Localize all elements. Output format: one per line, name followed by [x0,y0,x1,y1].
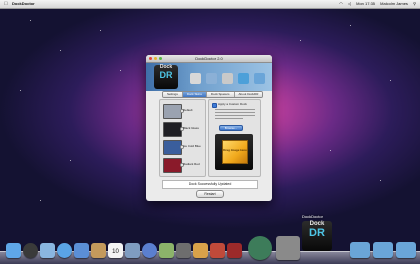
garageband-icon[interactable] [193,243,208,258]
theme-label-default: Default [183,108,193,112]
custom-dock-label: Apply a Custom Dock [218,102,247,106]
drop-target-icon: Drag Image Here [222,140,248,164]
tab-dock-spacers[interactable]: Dock Spacers [206,92,235,97]
spotlight-icon[interactable]: ⚲ [413,1,416,6]
drop-target-text: Drag Image Here [223,148,247,152]
mail-icon[interactable] [40,243,55,258]
custom-dock-checkbox[interactable] [212,103,217,108]
restart-button[interactable]: Restart [196,190,224,198]
menu-bar:  DockDoctor ◠ ◁ Mon 17:35 Malcolm James… [0,0,420,9]
custom-dock-panel: Apply a Custom Dock Browse... Drag Image… [208,99,261,177]
tab-settings[interactable]: Settings [163,92,183,97]
itunes-icon[interactable] [142,243,157,258]
volume-icon[interactable]: ◁ [348,1,351,6]
tab-about[interactable]: About DockDR [234,92,263,97]
user-menu[interactable]: Malcolm James [380,1,408,6]
tab-dock-skins[interactable]: Dock Skins [182,92,207,97]
description-line [215,118,243,119]
downloads-folder-icon[interactable] [396,242,416,258]
dock-tooltip: DockDoctor [302,214,323,219]
spacer-icon [238,73,249,84]
close-button[interactable] [149,57,152,60]
custom-dock-preview[interactable]: Drag Image Here [215,134,253,170]
description-line [215,112,255,113]
applications-folder-icon[interactable] [350,242,370,258]
description-line [215,109,255,110]
finder-icon[interactable] [6,243,21,258]
dock: 10 [0,236,420,264]
system-icon [206,73,217,84]
dockdoctor-logo: Dock DR [154,65,178,89]
theme-list: Default Black Glass Ice Cold Blue Radian… [159,99,206,177]
stethoscope-icon [190,73,201,84]
ichat-icon[interactable] [74,243,89,258]
gear-icon [222,73,233,84]
app-menu[interactable]: DockDoctor [12,0,35,8]
calendar-icon[interactable]: 10 [108,243,123,258]
menu-extras: ◠ ◁ Mon 17:35 Malcolm James ⚲ [335,0,416,8]
imovie-icon[interactable] [176,243,191,258]
minimize-button[interactable] [154,57,157,60]
status-field: Dock Successfully Updated [162,180,258,189]
safari-icon[interactable] [57,243,72,258]
iwork-icon[interactable] [210,243,225,258]
window-title: DockDoctor 2.0 [195,56,223,61]
iphoto-icon[interactable] [159,243,174,258]
zoom-button[interactable] [159,57,162,60]
wifi-icon[interactable]: ◠ [339,1,343,6]
address-book-icon[interactable] [91,243,106,258]
photo-booth-icon[interactable] [227,243,242,258]
window-titlebar[interactable]: DockDoctor 2.0 [146,55,272,63]
theme-label-black-glass: Black Glass [183,126,199,130]
dashboard-icon[interactable] [23,243,38,258]
apple-menu-icon[interactable]:  [4,0,8,8]
theme-label-radiant-red: Radiant Red [183,162,200,166]
tab-bar: Settings Dock Skins Dock Spacers About D… [162,91,264,98]
logo-main-text: DR [159,70,173,80]
header-banner: Dock DR [146,63,272,91]
browse-button[interactable]: Browse... [219,125,243,131]
clock[interactable]: Mon 17:35 [356,1,375,6]
time-machine-icon[interactable] [248,236,272,260]
theme-label-ice-cold-blue: Ice Cold Blue [183,144,201,148]
dockdoctor-window: DockDoctor 2.0 Dock DR Settings Dock Ski… [146,55,272,201]
preview-icon[interactable] [125,243,140,258]
folder-icon [254,73,265,84]
documents-folder-icon[interactable] [373,242,393,258]
description-line [215,115,255,116]
system-preferences-icon[interactable] [276,236,300,260]
